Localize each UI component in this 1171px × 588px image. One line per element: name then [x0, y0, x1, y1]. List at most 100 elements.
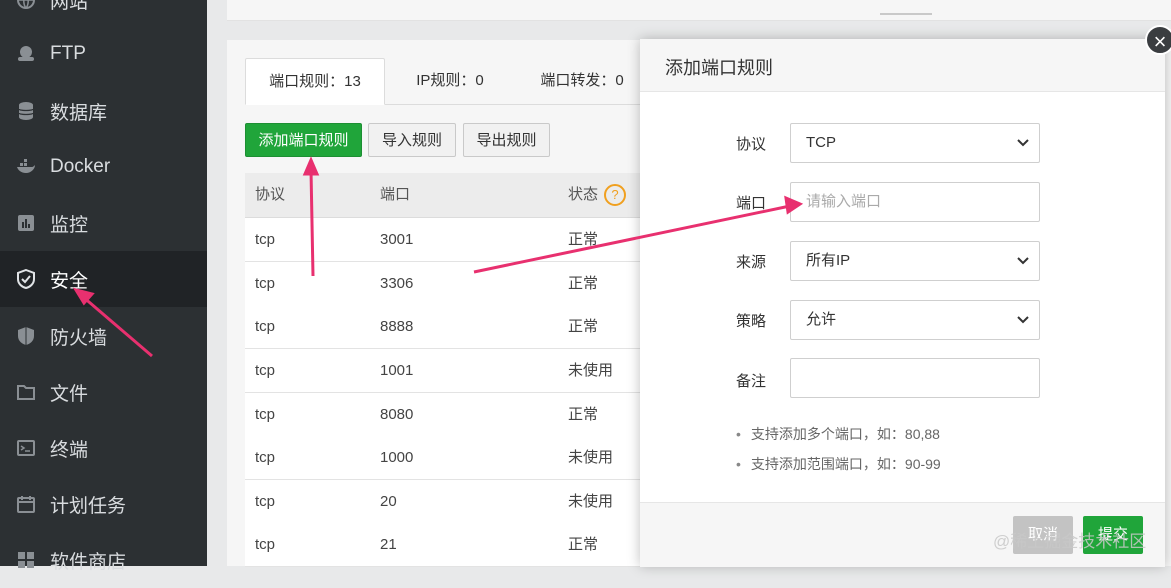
- sidebar-item-label: Docker: [50, 156, 111, 177]
- sidebar-item-label: 计划任务: [50, 495, 127, 517]
- add-port-rule-button[interactable]: 添加端口规则: [245, 123, 362, 157]
- divider: [880, 13, 932, 15]
- table-row[interactable]: tcp 8080 正常: [245, 393, 665, 437]
- sidebar-item-terminal[interactable]: 终端: [0, 420, 207, 476]
- port-label: 端口: [736, 195, 767, 212]
- dialog-header: 添加端口规则: [640, 39, 1165, 92]
- folder-icon: [16, 382, 36, 402]
- cell-protocol: tcp: [255, 536, 276, 553]
- sidebar-item-label: FTP: [50, 43, 86, 64]
- cell-protocol: tcp: [255, 231, 276, 248]
- cell-port: 8888: [380, 318, 414, 335]
- cell-status: 正常: [568, 231, 599, 248]
- source-label: 来源: [736, 254, 767, 271]
- cell-status: 未使用: [568, 362, 614, 379]
- cell-protocol: tcp: [255, 449, 276, 466]
- sidebar-item-label: 安全: [50, 270, 89, 292]
- sidebar-item-label: 软件商店: [50, 551, 127, 573]
- column-header-status-label: 状态: [568, 186, 599, 203]
- sidebar-item-label: 监控: [50, 214, 89, 236]
- firewall-icon: [16, 326, 36, 346]
- cell-port: 20: [380, 493, 397, 510]
- sidebar-item-monitor[interactable]: 监控: [0, 195, 207, 251]
- cell-port: 1000: [380, 449, 414, 466]
- protocol-label: 协议: [736, 136, 767, 153]
- shield-icon: [16, 269, 36, 289]
- sidebar-item-cron[interactable]: 计划任务: [0, 476, 207, 532]
- protocol-select-value: TCP: [806, 134, 836, 151]
- policy-select[interactable]: 允许: [790, 300, 1040, 340]
- table-row[interactable]: tcp 20 未使用: [245, 480, 665, 524]
- port-input-placeholder: 请输入端口: [806, 193, 882, 210]
- table-row[interactable]: tcp 1000 未使用: [245, 436, 665, 480]
- sidebar-item-label: 防火墙: [50, 327, 108, 349]
- sidebar-item-database[interactable]: 数据库: [0, 83, 207, 139]
- port-input[interactable]: 请输入端口: [790, 182, 1040, 222]
- export-rules-button[interactable]: 导出规则: [463, 123, 550, 157]
- remark-label: 备注: [736, 373, 767, 390]
- sidebar-item-label: 网站: [50, 0, 89, 13]
- cell-status: 未使用: [568, 449, 614, 466]
- sidebar-item-ftp[interactable]: FTP: [0, 26, 207, 82]
- globe-icon: [16, 0, 36, 10]
- policy-label: 策略: [736, 313, 767, 330]
- tab-port-rules[interactable]: 端口规则：13: [245, 58, 385, 105]
- docker-icon: [16, 157, 36, 177]
- cell-port: 3306: [380, 275, 414, 292]
- sidebar: 网站 FTP 数据库 Docker 监控 安全 防火墙 文件 终端 计划任务 软…: [0, 0, 207, 573]
- database-icon: [16, 101, 36, 121]
- policy-select-value: 允许: [806, 311, 837, 328]
- cell-port: 1001: [380, 362, 414, 379]
- tab-port-forward[interactable]: 端口转发：0: [517, 58, 647, 103]
- source-select-value: 所有IP: [806, 252, 851, 269]
- tab-ip-rules[interactable]: IP规则：0: [395, 58, 505, 103]
- sidebar-item-store[interactable]: 软件商店: [0, 532, 207, 588]
- protocol-select[interactable]: TCP: [790, 123, 1040, 163]
- tip-multiple-ports: 支持添加多个端口，如：80,88: [736, 424, 940, 444]
- calendar-icon: [16, 494, 36, 514]
- cell-protocol: tcp: [255, 493, 276, 510]
- source-select[interactable]: 所有IP: [790, 241, 1040, 281]
- sidebar-item-security[interactable]: 安全: [0, 251, 207, 307]
- table-row[interactable]: tcp 3306 正常: [245, 262, 665, 306]
- cell-status: 未使用: [568, 493, 614, 510]
- top-card: [227, 0, 1171, 21]
- cell-status: 正常: [568, 406, 599, 423]
- table-header: 协议 端口 状态?: [245, 173, 665, 218]
- chevron-down-icon: [1017, 257, 1029, 265]
- add-port-rule-dialog: 添加端口规则 协议 TCP 端口 请输入端口 来源 所有IP 策略 允许 备注 …: [640, 39, 1165, 567]
- cell-protocol: tcp: [255, 318, 276, 335]
- cell-status: 正常: [568, 536, 599, 553]
- table-row[interactable]: tcp 1001 未使用: [245, 349, 665, 393]
- close-icon[interactable]: ×: [1145, 25, 1171, 55]
- terminal-icon: [16, 438, 36, 458]
- cell-protocol: tcp: [255, 362, 276, 379]
- import-rules-button[interactable]: 导入规则: [368, 123, 456, 157]
- store-icon: [16, 550, 36, 570]
- sidebar-item-label: 文件: [50, 383, 89, 405]
- help-icon[interactable]: ?: [604, 184, 627, 207]
- cell-port: 3001: [380, 231, 414, 248]
- chevron-down-icon: [1017, 139, 1029, 147]
- column-header-protocol[interactable]: 协议: [255, 173, 285, 217]
- cell-port: 8080: [380, 406, 414, 423]
- remark-input[interactable]: [790, 358, 1040, 398]
- sidebar-item-docker[interactable]: Docker: [0, 139, 207, 195]
- sidebar-item-firewall[interactable]: 防火墙: [0, 308, 207, 364]
- cell-status: 正常: [568, 318, 599, 335]
- cell-port: 21: [380, 536, 397, 553]
- table-row[interactable]: tcp 21 正常: [245, 523, 665, 567]
- ftp-icon: [16, 44, 36, 64]
- monitor-icon: [16, 213, 36, 233]
- sidebar-item-website[interactable]: 网站: [0, 0, 207, 28]
- column-header-port[interactable]: 端口: [380, 173, 410, 217]
- tip-port-range: 支持添加范围端口，如：90-99: [736, 454, 941, 474]
- table-row[interactable]: tcp 8888 正常: [245, 305, 665, 349]
- sidebar-item-files[interactable]: 文件: [0, 364, 207, 420]
- cell-protocol: tcp: [255, 406, 276, 423]
- table-row[interactable]: tcp 3001 正常: [245, 218, 665, 262]
- cell-protocol: tcp: [255, 275, 276, 292]
- dialog-title: 添加端口规则: [665, 58, 773, 78]
- watermark: @稀土掘金技术社区: [993, 532, 1147, 551]
- column-header-status[interactable]: 状态?: [568, 173, 627, 217]
